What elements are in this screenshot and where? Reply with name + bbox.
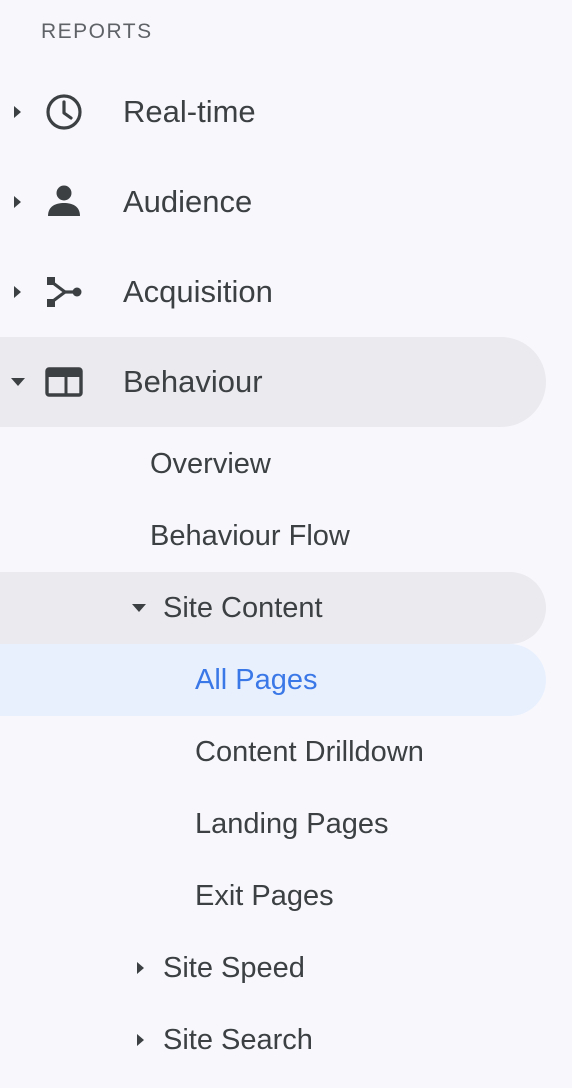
nav-item-acquisition-label: Acquisition (123, 274, 273, 309)
nav-item-exit-pages[interactable]: Exit Pages (0, 860, 546, 932)
acquisition-icon (44, 272, 84, 312)
collapse-caret-icon[interactable] (11, 378, 25, 386)
expand-caret-icon[interactable] (137, 962, 144, 974)
person-icon (44, 182, 84, 222)
nav-item-site-speed-label: Site Speed (163, 952, 305, 984)
nav-item-acquisition[interactable]: Acquisition (0, 247, 546, 337)
nav-item-behaviour-label: Behaviour (123, 364, 263, 399)
collapse-caret-icon[interactable] (132, 604, 146, 612)
nav-item-overview[interactable]: Overview (0, 428, 546, 500)
nav-item-audience-label: Audience (123, 184, 253, 219)
nav-item-site-content-label: Site Content (163, 592, 323, 624)
nav-item-all-pages-label: All Pages (195, 664, 318, 696)
nav-item-site-search-label: Site Search (163, 1024, 313, 1056)
expand-caret-icon[interactable] (137, 1034, 144, 1046)
nav-item-behaviour-flow-label: Behaviour Flow (150, 520, 350, 552)
nav-item-site-speed[interactable]: Site Speed (0, 932, 546, 1004)
nav-item-behaviour[interactable]: Behaviour (0, 337, 546, 427)
nav-item-all-pages[interactable]: All Pages (0, 644, 546, 716)
clock-icon (44, 92, 84, 132)
nav-item-site-search[interactable]: Site Search (0, 1004, 546, 1076)
reports-section-label: REPORTS (41, 20, 153, 43)
nav-item-realtime-label: Real-time (123, 94, 256, 129)
nav-item-realtime[interactable]: Real-time (0, 67, 546, 157)
nav-item-exit-pages-label: Exit Pages (195, 880, 334, 912)
nav-item-site-content[interactable]: Site Content (0, 572, 546, 644)
expand-caret-icon[interactable] (14, 196, 21, 208)
expand-caret-icon[interactable] (14, 106, 21, 118)
nav-item-content-drilldown-label: Content Drilldown (195, 736, 424, 768)
behaviour-icon (44, 362, 84, 402)
expand-caret-icon[interactable] (14, 286, 21, 298)
nav-item-content-drilldown[interactable]: Content Drilldown (0, 716, 546, 788)
nav-item-landing-pages-label: Landing Pages (195, 808, 389, 840)
nav-item-audience[interactable]: Audience (0, 157, 546, 247)
nav-item-landing-pages[interactable]: Landing Pages (0, 788, 546, 860)
nav-item-overview-label: Overview (150, 448, 271, 480)
nav-item-behaviour-flow[interactable]: Behaviour Flow (0, 500, 546, 572)
